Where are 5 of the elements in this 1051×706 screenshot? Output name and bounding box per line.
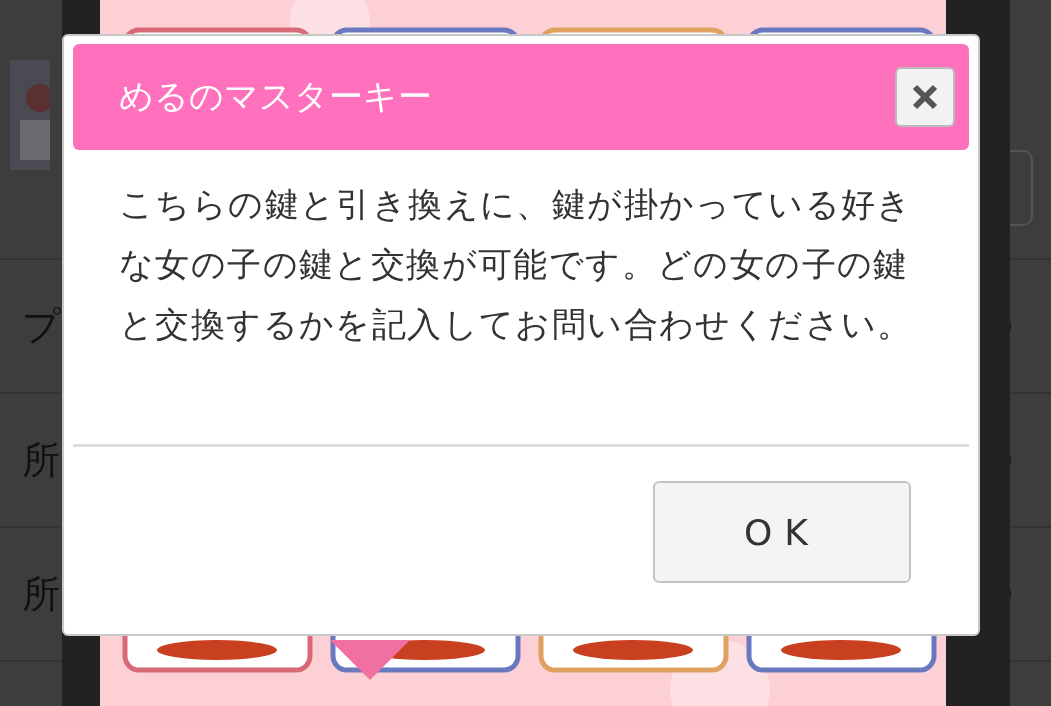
- close-icon: [912, 84, 938, 110]
- ok-button[interactable]: OK: [653, 481, 911, 583]
- dialog-title: めるのマスターキー: [119, 75, 432, 118]
- close-button[interactable]: [895, 67, 955, 127]
- dialog-message: こちらの鍵と引き換えに、鍵が掛かっている好きな女の子の鍵と交換が可能です。どの女の子の鍵と交換するかを記入してお問い合わせください。: [119, 183, 914, 346]
